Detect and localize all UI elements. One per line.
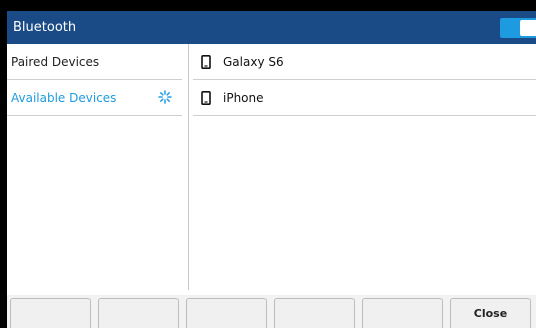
spinner-icon (158, 90, 172, 104)
menu-item-label: Available Devices (11, 90, 117, 105)
bluetooth-screen: Bluetooth Paired Devices Available Devic… (7, 11, 536, 328)
phone-icon (201, 90, 211, 105)
menu-item-available-devices[interactable]: Available Devices (7, 80, 182, 116)
softkey-4[interactable] (274, 298, 355, 328)
menu-item-label: Paired Devices (11, 54, 100, 69)
left-menu: Paired Devices Available Devices (7, 44, 189, 290)
softkey-5[interactable] (362, 298, 443, 328)
device-list: Galaxy S6 iPhone (189, 44, 536, 290)
device-name: Galaxy S6 (223, 54, 284, 69)
softkey-bar: Close (7, 295, 536, 328)
title-bar: Bluetooth (7, 11, 536, 44)
device-row[interactable]: iPhone (193, 80, 536, 116)
bluetooth-toggle[interactable] (500, 18, 536, 38)
softkey-2[interactable] (98, 298, 179, 328)
phone-icon (201, 54, 211, 69)
softkey-1[interactable] (10, 298, 91, 328)
toggle-knob (520, 20, 536, 36)
device-name: iPhone (223, 90, 264, 105)
softkey-3[interactable] (186, 298, 267, 328)
menu-item-paired-devices[interactable]: Paired Devices (7, 44, 182, 80)
device-row[interactable]: Galaxy S6 (193, 44, 536, 80)
page-title: Bluetooth (13, 20, 77, 35)
close-button[interactable]: Close (450, 298, 531, 328)
